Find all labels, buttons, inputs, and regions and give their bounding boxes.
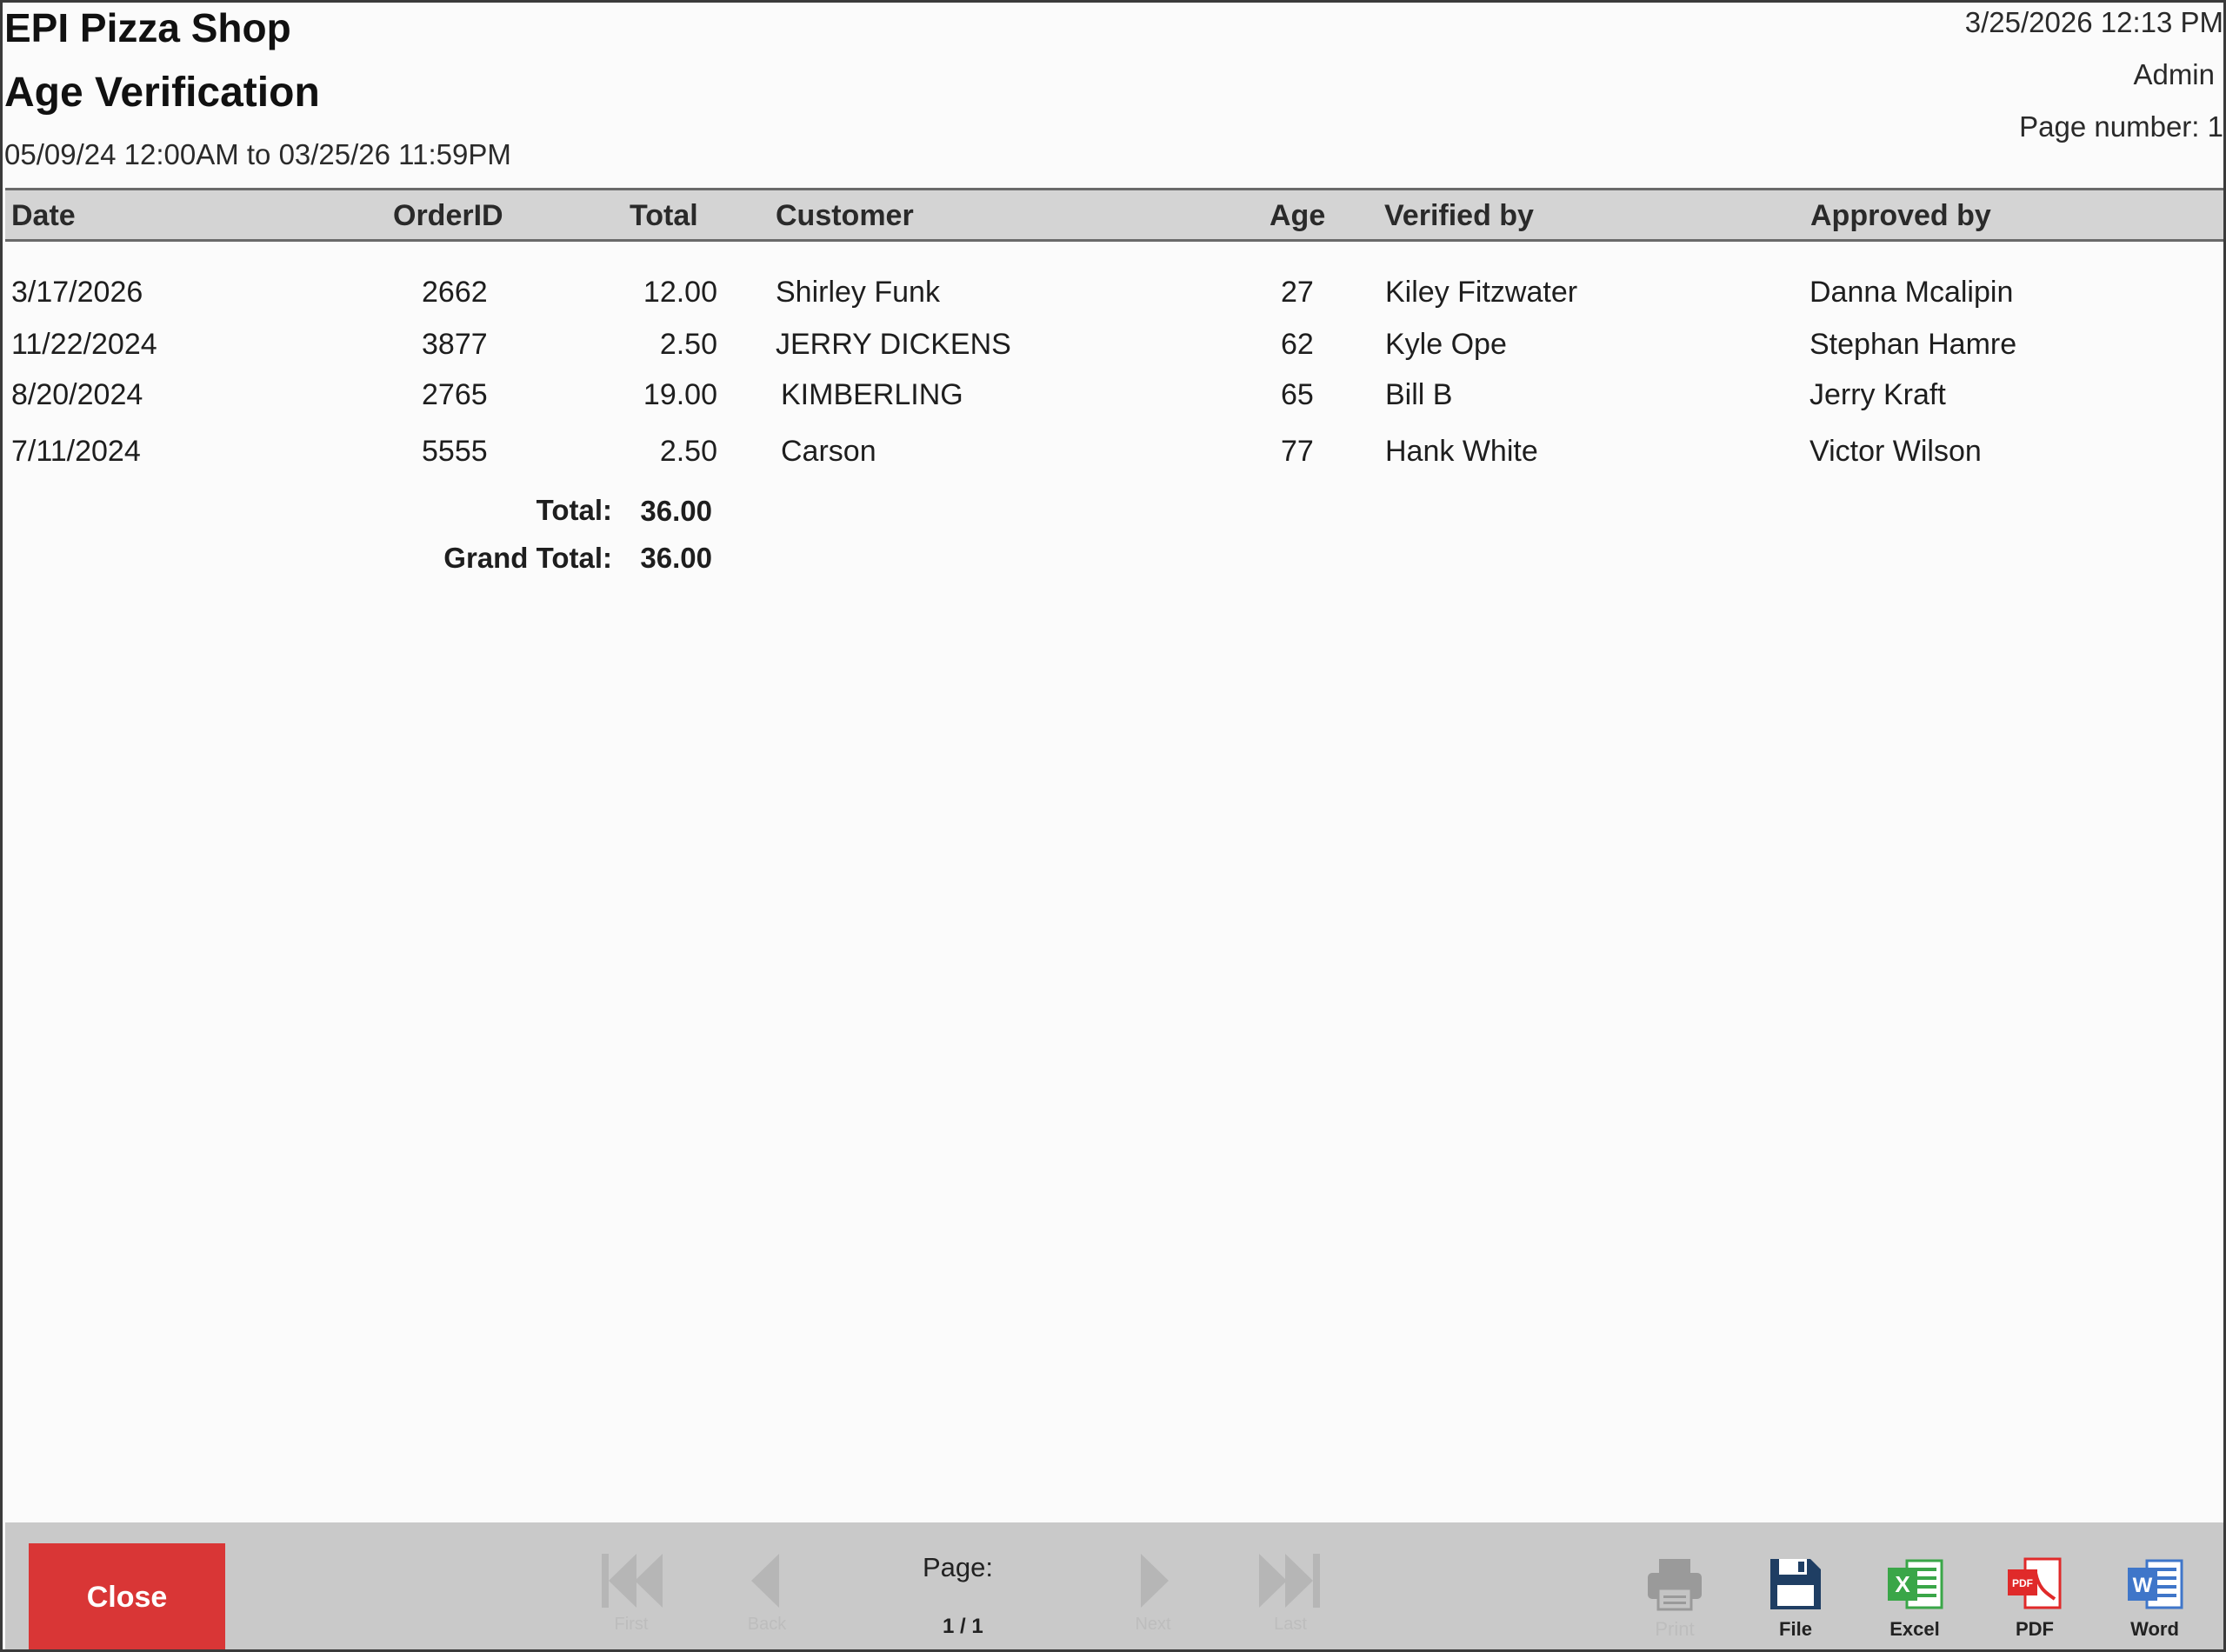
cell-total: 19.00 [643,378,717,411]
last-page-icon [1259,1554,1320,1608]
export-excel-button[interactable]: X Excel [1876,1555,1954,1649]
first-page-icon [602,1554,663,1608]
date-range: 05/09/24 12:00AM to 03/25/26 11:59PM [4,138,511,170]
svg-text:X: X [1895,1571,1910,1597]
print-button[interactable]: Print [1636,1555,1714,1649]
word-caption: Word [2130,1618,2179,1640]
column-header-approved-by: Approved by [1810,199,1991,232]
cell-verified-by: Kyle Ope [1385,328,1507,361]
first-page-button[interactable]: First [590,1549,673,1644]
pdf-icon: PDF [2008,1557,2062,1609]
column-header-order-id: OrderID [393,199,503,232]
last-page-caption: Last [1274,1615,1307,1634]
cell-age: 62 [1281,328,1314,361]
page-number: Page number: 1 [2019,110,2223,143]
svg-text:PDF: PDF [2012,1577,2033,1589]
cell-date: 11/22/2024 [11,328,157,361]
column-header-customer: Customer [776,199,914,232]
table-row: 11/22/2024 3877 2.50 JERRY DICKENS 62 Ky… [3,328,2223,376]
bottom-toolbar: Close First Back Page: 1 / 1 Next Last P… [5,1522,2223,1649]
cell-customer: Shirley Funk [776,276,940,309]
first-page-caption: First [614,1615,649,1634]
total-value: 36.00 [640,495,712,527]
cell-order-id: 2765 [422,378,488,411]
page-label: Page: [923,1552,994,1582]
cell-customer: Carson [781,435,876,468]
print-user: Admin [2133,58,2215,90]
cell-age: 77 [1281,435,1314,468]
shop-name: EPI Pizza Shop [4,5,291,50]
cell-verified-by: Bill B [1385,378,1453,411]
close-button[interactable]: Close [29,1543,225,1649]
table-header: Date OrderID Total Customer Age Verified… [5,188,2223,242]
export-word-button[interactable]: W Word [2116,1555,2194,1649]
cell-age: 27 [1281,276,1314,309]
excel-icon: X [1888,1559,1943,1609]
previous-page-icon [751,1554,779,1608]
cell-order-id: 2662 [422,276,488,309]
previous-page-button[interactable]: Back [725,1549,809,1644]
print-datetime: 3/25/2026 12:13 PM [1964,6,2223,38]
cell-date: 3/17/2026 [11,276,143,309]
cell-customer: JERRY DICKENS [776,328,1011,361]
last-page-button[interactable]: Last [1249,1549,1332,1644]
cell-total: 2.50 [659,435,717,468]
cell-order-id: 5555 [422,435,488,468]
cell-total: 12.00 [643,276,717,309]
cell-verified-by: Kiley Fitzwater [1385,276,1578,309]
word-icon: W [2128,1559,2183,1609]
table-row: 8/20/2024 2765 19.00 KIMBERLING 65 Bill … [3,378,2223,427]
cell-total: 2.50 [659,328,717,361]
print-caption: Print [1655,1618,1695,1640]
next-page-button[interactable]: Next [1111,1549,1195,1644]
excel-caption: Excel [1889,1618,1940,1640]
grand-total-value: 36.00 [640,542,712,574]
column-header-total: Total [630,199,698,232]
column-header-age: Age [1270,199,1326,232]
report-title: Age Verification [4,70,320,116]
svg-text:W: W [2133,1574,2153,1597]
cell-approved-by: Jerry Kraft [1809,378,1946,411]
cell-order-id: 3877 [422,328,488,361]
file-caption: File [1779,1618,1812,1640]
total-label: Total: [536,494,612,526]
cell-age: 65 [1281,378,1314,411]
table-row: 3/17/2026 2662 12.00 Shirley Funk 27 Kil… [3,276,2223,324]
printer-icon [1648,1559,1702,1611]
next-page-icon [1141,1554,1169,1608]
export-pdf-button[interactable]: PDF PDF [1996,1555,2074,1649]
cell-approved-by: Victor Wilson [1809,435,1982,468]
previous-page-caption: Back [747,1615,787,1634]
next-page-caption: Next [1135,1615,1171,1634]
report-viewer-window: EPI Pizza Shop Age Verification 05/09/24… [0,0,2226,1652]
cell-approved-by: Danna Mcalipin [1809,276,2014,309]
page-value: 1 / 1 [943,1615,983,1638]
floppy-disk-icon [1770,1559,1821,1609]
save-file-button[interactable]: File [1756,1555,1835,1649]
grand-total-label: Grand Total: [443,542,612,574]
cell-approved-by: Stephan Hamre [1809,328,2017,361]
cell-date: 7/11/2024 [11,435,141,468]
cell-customer: KIMBERLING [781,378,963,411]
column-header-date: Date [11,199,76,232]
cell-verified-by: Hank White [1385,435,1538,468]
column-header-verified-by: Verified by [1384,199,1534,232]
cell-date: 8/20/2024 [11,378,143,411]
table-row: 7/11/2024 5555 2.50 Carson 77 Hank White… [3,435,2223,483]
pdf-caption: PDF [2016,1618,2054,1640]
